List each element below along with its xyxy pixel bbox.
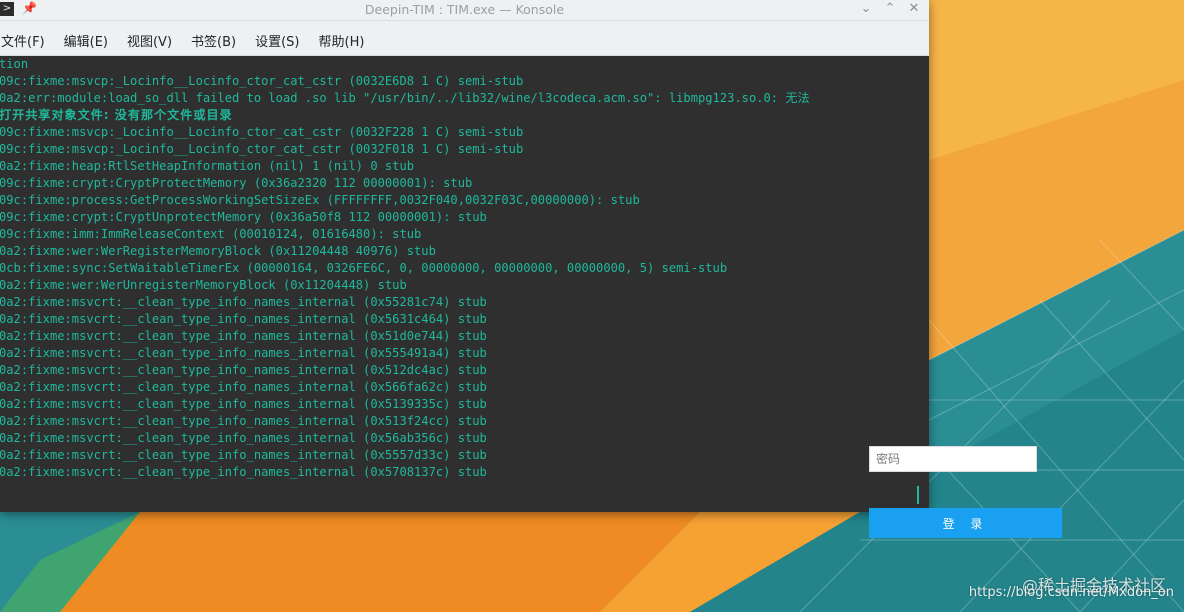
menu-file[interactable]: 文件(F) (0, 31, 54, 50)
maximize-icon[interactable]: ⌃ (882, 1, 898, 17)
terminal-line: 0a2:fixme:msvcrt:__clean_type_info_names… (0, 312, 487, 326)
terminal-line: 0a2:fixme:msvcrt:__clean_type_info_names… (0, 397, 487, 411)
terminal-line: 0a2:fixme:msvcrt:__clean_type_info_names… (0, 465, 487, 479)
menu-settings[interactable]: 设置(S) (253, 31, 308, 50)
terminal-line: 09c:fixme:msvcp:_Locinfo__Locinfo_ctor_c… (0, 74, 524, 88)
terminal-line: 09c:fixme:imm:ImmReleaseContext (0001012… (0, 227, 422, 241)
terminal-line: 0a2:fixme:msvcrt:__clean_type_info_names… (0, 329, 487, 343)
menu-bookmarks[interactable]: 书签(B) (189, 31, 245, 50)
password-field[interactable] (869, 446, 1037, 472)
minimize-icon[interactable]: ⌄ (858, 1, 874, 17)
terminal-line: 0a2:fixme:msvcrt:__clean_type_info_names… (0, 431, 487, 445)
window-title: Deepin-TIM : TIM.exe — Konsole (364, 2, 565, 17)
menu-edit[interactable]: 编辑(E) (62, 31, 117, 50)
watermark-url: https://blog.csdn.net/Mxdon_on (968, 585, 1174, 600)
terminal-line: 0a2:fixme:msvcrt:__clean_type_info_names… (0, 363, 487, 377)
terminal-line: 0a2:fixme:msvcrt:__clean_type_info_names… (0, 448, 487, 462)
terminal-line: 09c:fixme:crypt:CryptProtectMemory (0x36… (0, 176, 473, 190)
terminal-line: 打开共享对象文件: 没有那个文件或目录 (0, 108, 233, 122)
window-titlebar[interactable]: > 📌 Deepin-TIM : TIM.exe — Konsole ⌄ ⌃ ✕ (0, 0, 929, 21)
terminal-line: 0a2:fixme:wer:WerRegisterMemoryBlock (0x… (0, 244, 436, 258)
login-button[interactable]: 登 录 (869, 508, 1062, 538)
terminal-line: tion (0, 57, 29, 71)
terminal-line: 0a2:fixme:msvcrt:__clean_type_info_names… (0, 295, 487, 309)
terminal-output[interactable]: tion 09c:fixme:msvcp:_Locinfo__Locinfo_c… (0, 56, 929, 512)
terminal-line: 09c:fixme:msvcp:_Locinfo__Locinfo_ctor_c… (0, 125, 524, 139)
terminal-line: 0a2:fixme:msvcrt:__clean_type_info_names… (0, 380, 487, 394)
konsole-window: > 📌 Deepin-TIM : TIM.exe — Konsole ⌄ ⌃ ✕… (0, 0, 929, 512)
close-icon[interactable]: ✕ (906, 1, 922, 17)
terminal-line: 0a2:fixme:wer:WerUnregisterMemoryBlock (… (0, 278, 407, 292)
terminal-line: 0a2:fixme:heap:RtlSetHeapInformation (ni… (0, 159, 415, 173)
terminal-line: 0a2:fixme:msvcrt:__clean_type_info_names… (0, 414, 487, 428)
terminal-line: 0a2:fixme:msvcrt:__clean_type_info_names… (0, 346, 487, 360)
terminal-cursor (917, 486, 919, 504)
menu-view[interactable]: 视图(V) (125, 31, 181, 50)
terminal-line: 0cb:fixme:sync:SetWaitableTimerEx (00000… (0, 261, 728, 275)
menu-help[interactable]: 帮助(H) (317, 31, 374, 50)
terminal-line: 0a2:err:module:load_so_dll failed to loa… (0, 91, 810, 105)
terminal-line: 09c:fixme:crypt:CryptUnprotectMemory (0x… (0, 210, 487, 224)
terminal-line: 09c:fixme:process:GetProcessWorkingSetSi… (0, 193, 640, 207)
terminal-line: 09c:fixme:msvcp:_Locinfo__Locinfo_ctor_c… (0, 142, 524, 156)
menu-bar: 文件(F) 编辑(E) 视图(V) 书签(B) 设置(S) 帮助(H) (0, 21, 929, 56)
